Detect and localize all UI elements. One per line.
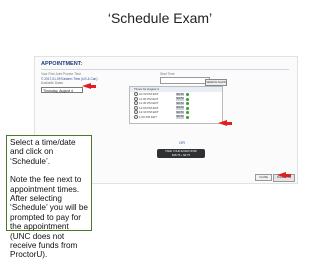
callout-instruction: Select a time/date and click on ‘Schedul… bbox=[10, 138, 76, 166]
time-slot[interactable]: 1:00 PM EDT $20.50 bbox=[130, 115, 222, 120]
take-now-price: $48.75 + $0.75 bbox=[171, 153, 190, 157]
slot-time: 11:00 PM EDT bbox=[139, 96, 159, 101]
start-time-label: Start Time bbox=[160, 72, 175, 76]
slot-time: 1:00 PM EDT bbox=[139, 114, 158, 119]
slot-fee: $20.50 bbox=[176, 101, 184, 105]
available-times-list: Times for August 4 10:30 PM EDT $20.50 11… bbox=[129, 86, 223, 124]
date-dropdown[interactable]: Thursday, August 4 bbox=[41, 86, 83, 93]
slide-title: ‘Schedule Exam’ bbox=[107, 10, 213, 26]
start-time-field: Start Time bbox=[160, 72, 210, 84]
arrow-icon-schedule bbox=[277, 172, 291, 178]
slot-fee: $20.50 bbox=[176, 106, 184, 110]
slot-fee: $20.50 bbox=[176, 97, 184, 101]
close-button[interactable]: CLOSE bbox=[255, 174, 272, 181]
instruction-callout: Select a time/date and click on ‘Schedul… bbox=[6, 135, 92, 259]
slot-fee: $20.50 bbox=[176, 110, 184, 114]
start-time-input[interactable] bbox=[160, 77, 210, 84]
search-again-button[interactable]: SEARCH AGAIN bbox=[205, 79, 227, 86]
arrow-icon-times bbox=[218, 120, 232, 126]
callout-fee-note: Note the fee next to appointment times. … bbox=[10, 175, 88, 260]
radio-icon[interactable] bbox=[134, 114, 138, 119]
appointment-section-title: APPOINTMENT: bbox=[41, 61, 83, 67]
slot-time: 11:30 PM EDT bbox=[139, 101, 159, 105]
section-divider bbox=[41, 69, 289, 70]
arrow-icon-date bbox=[82, 83, 96, 89]
date-selection-panel: Your First Joint Proctor Time © 2017-01-… bbox=[41, 72, 103, 93]
slot-fee: $20.50 bbox=[176, 115, 184, 119]
take-exam-now-button[interactable]: TAKE YOUR EXAM NOW! $48.75 + $0.75 bbox=[157, 149, 205, 158]
slot-time: 12:00 PM EDT bbox=[139, 105, 159, 110]
slot-fee: $20.50 bbox=[176, 92, 184, 96]
slot-time: 10:30 PM EDT bbox=[139, 92, 159, 96]
available-icon bbox=[186, 115, 189, 119]
slot-time: 12:30 PM EDT bbox=[139, 110, 159, 114]
or-divider-text: OR bbox=[179, 140, 185, 145]
